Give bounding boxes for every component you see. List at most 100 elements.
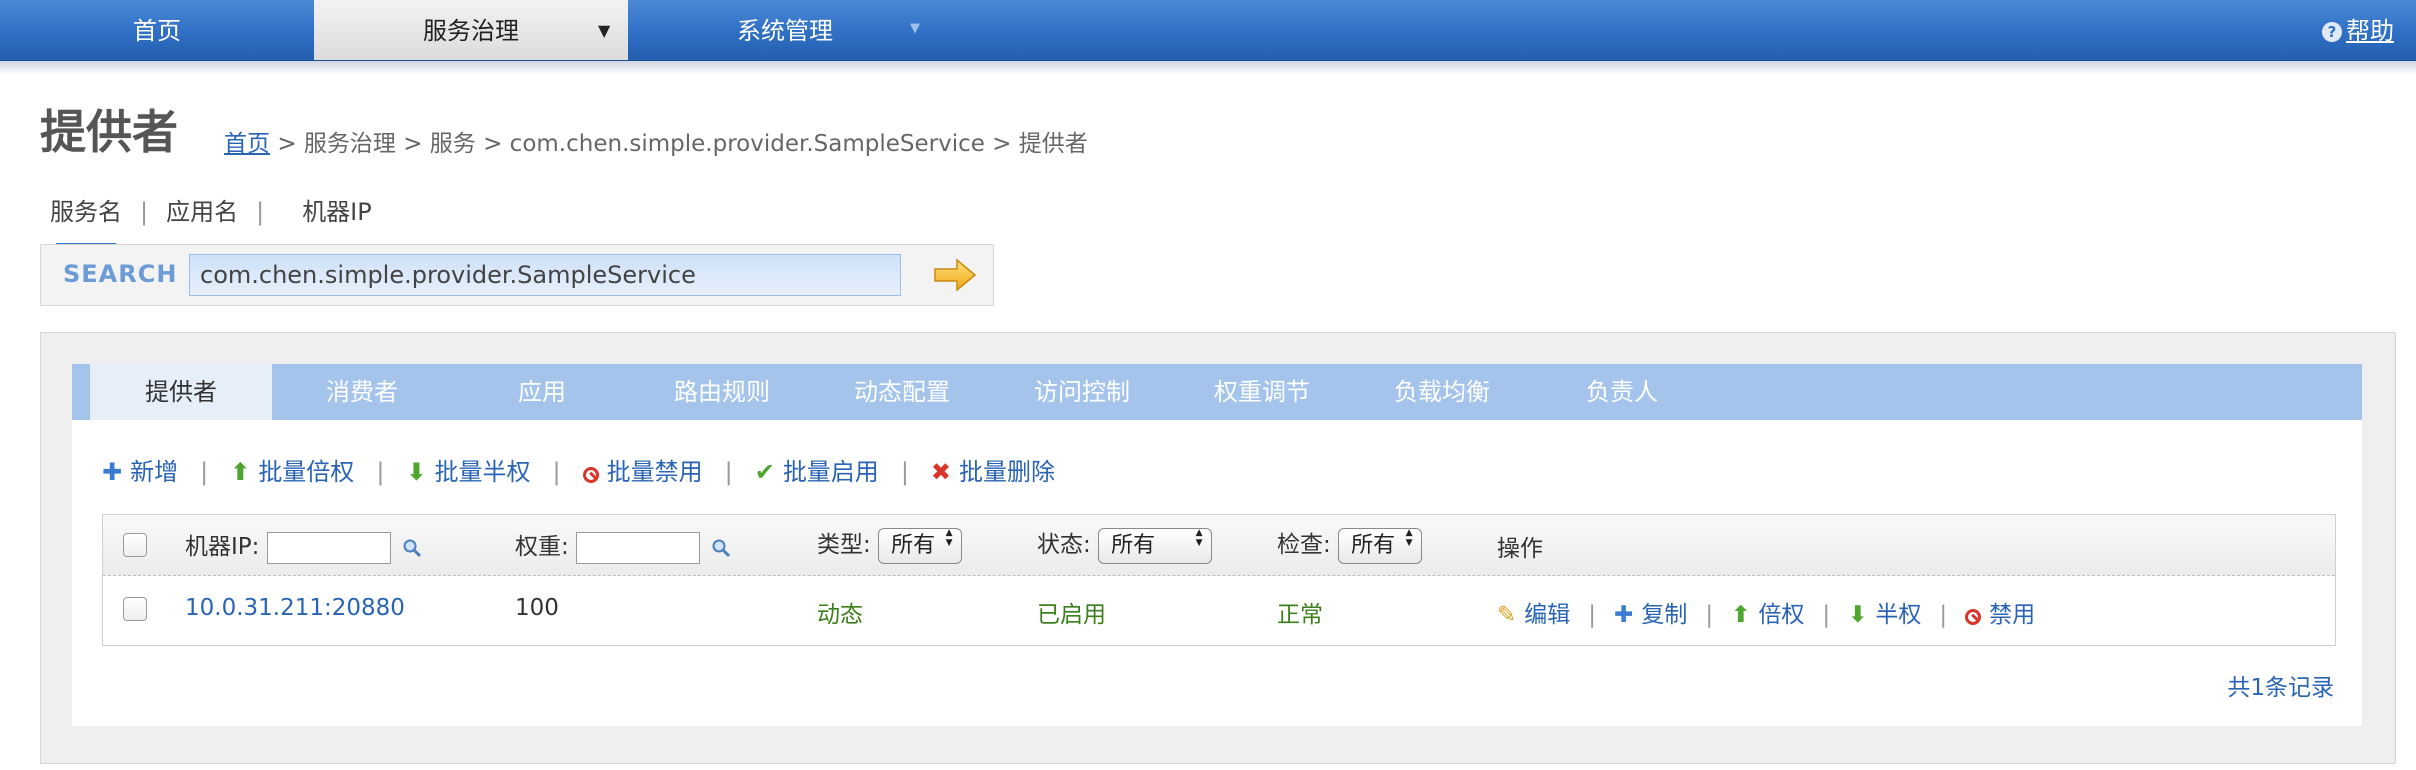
divider: | bbox=[1939, 602, 1948, 628]
tab-weight-adjust[interactable]: 权重调节 bbox=[1172, 364, 1352, 420]
toolbar: ✚ 新增 | ⬆ 批量倍权 | ⬇ 批量半权 | 批量禁用 | ✔ 批量启用 | ✖ 批量删除 bbox=[102, 452, 1055, 487]
check-select[interactable]: 所有 bbox=[1338, 527, 1423, 564]
batch-disable-button[interactable]: 批量禁用 bbox=[582, 452, 703, 487]
dropdown-arrow-icon: ▼ bbox=[598, 21, 611, 40]
divider: | bbox=[724, 458, 733, 486]
nav-system-management-label: 系统管理 bbox=[737, 17, 833, 45]
divider: | bbox=[552, 458, 561, 486]
copy-label: 复制 bbox=[1641, 602, 1688, 628]
select-all-checkbox[interactable] bbox=[123, 533, 147, 557]
double-weight-label: 倍权 bbox=[1758, 602, 1805, 628]
arrow-up-icon: ⬆ bbox=[230, 458, 251, 486]
ip-filter-input[interactable] bbox=[266, 531, 391, 564]
row-status: 已启用 bbox=[1037, 602, 1106, 628]
tab-dynamic-config[interactable]: 动态配置 bbox=[812, 364, 992, 420]
row-weight: 100 bbox=[515, 595, 559, 621]
help-link[interactable]: ? 帮助 bbox=[2322, 0, 2394, 60]
tab-owner[interactable]: 负责人 bbox=[1532, 364, 1712, 420]
batch-delete-button[interactable]: ✖ 批量删除 bbox=[931, 452, 1055, 487]
double-weight-button[interactable]: ⬆ 倍权 bbox=[1731, 602, 1804, 628]
divider: | bbox=[376, 458, 385, 486]
half-weight-button[interactable]: ⬇ 半权 bbox=[1848, 602, 1921, 628]
batch-half-weight-button[interactable]: ⬇ 批量半权 bbox=[406, 452, 530, 487]
row-type: 动态 bbox=[817, 602, 863, 628]
add-button[interactable]: ✚ 新增 bbox=[102, 452, 178, 487]
search-label: SEARCH bbox=[63, 260, 178, 288]
search-type-app-name[interactable]: 应用名 bbox=[166, 192, 238, 227]
search-type-tabs: 服务名 | 应用名 | 机器IP bbox=[50, 192, 372, 251]
check-header: 检查: bbox=[1277, 532, 1331, 558]
help-label: 帮助 bbox=[2346, 17, 2394, 45]
dropdown-arrow-icon: ▼ bbox=[910, 21, 920, 36]
nav-home[interactable]: 首页 bbox=[0, 0, 314, 60]
disable-button[interactable]: 禁用 bbox=[1965, 602, 2035, 628]
divider: | bbox=[200, 458, 209, 486]
batch-disable-label: 批量禁用 bbox=[606, 458, 703, 486]
row-checkbox[interactable] bbox=[123, 597, 147, 621]
search-bar: SEARCH bbox=[40, 244, 994, 306]
tab-consumers[interactable]: 消费者 bbox=[272, 364, 452, 420]
tab-bar: 提供者 消费者 应用 路由规则 动态配置 访问控制 权重调节 负载均衡 负责人 bbox=[72, 364, 2362, 420]
nav-system-management[interactable]: 系统管理 ▼ bbox=[628, 0, 942, 60]
page-title: 提供者 bbox=[40, 105, 178, 159]
tab-access-control[interactable]: 访问控制 bbox=[992, 364, 1172, 420]
nav-service-governance[interactable]: 服务治理 ▼ bbox=[314, 0, 628, 60]
arrow-down-icon: ⬇ bbox=[1848, 602, 1868, 628]
table-header: 机器IP: 权重: 类型: 所有 状态: 所有 检查: 所有 操作 bbox=[103, 515, 2335, 576]
search-icon[interactable] bbox=[402, 538, 422, 558]
divider: | bbox=[1705, 602, 1714, 628]
batch-delete-label: 批量删除 bbox=[959, 458, 1056, 486]
breadcrumb: 首页 > 服务治理 > 服务 > com.chen.simple.provide… bbox=[224, 124, 1088, 158]
divider: | bbox=[140, 198, 149, 226]
nav-shadow bbox=[0, 61, 2416, 75]
batch-enable-label: 批量启用 bbox=[782, 458, 879, 486]
batch-enable-button[interactable]: ✔ 批量启用 bbox=[755, 452, 879, 487]
disable-label: 禁用 bbox=[1989, 602, 2036, 628]
add-label: 新增 bbox=[130, 458, 179, 486]
status-header: 状态: bbox=[1037, 532, 1091, 558]
tab-applications[interactable]: 应用 bbox=[452, 364, 632, 420]
delete-x-icon: ✖ bbox=[930, 458, 952, 486]
arrow-down-icon: ⬇ bbox=[406, 458, 427, 486]
ban-icon bbox=[582, 467, 599, 483]
status-select[interactable]: 所有 bbox=[1098, 527, 1213, 564]
ip-filter: 机器IP: bbox=[185, 527, 422, 564]
search-input[interactable] bbox=[189, 254, 901, 296]
batch-double-weight-button[interactable]: ⬆ 批量倍权 bbox=[230, 452, 354, 487]
providers-table: 机器IP: 权重: 类型: 所有 状态: 所有 检查: 所有 操作 10.0.3… bbox=[102, 514, 2336, 646]
row-ip-link[interactable]: 10.0.31.211:20880 bbox=[185, 595, 405, 621]
ban-icon bbox=[1965, 609, 1982, 625]
plus-icon: ✚ bbox=[1614, 602, 1634, 628]
breadcrumb-home-link[interactable]: 首页 bbox=[224, 131, 270, 157]
tab-routing-rules[interactable]: 路由规则 bbox=[632, 364, 812, 420]
total-records: 共1条记录 bbox=[2227, 675, 2334, 701]
divider: | bbox=[1822, 602, 1831, 628]
weight-filter-input[interactable] bbox=[576, 531, 701, 564]
pencil-icon: ✎ bbox=[1497, 602, 1517, 628]
tab-providers[interactable]: 提供者 bbox=[72, 364, 272, 420]
ip-header: 机器IP: bbox=[185, 534, 260, 560]
row-check: 正常 bbox=[1277, 602, 1323, 628]
status-filter: 状态: 所有 bbox=[1037, 525, 1213, 564]
copy-button[interactable]: ✚ 复制 bbox=[1614, 602, 1687, 628]
tab-load-balance[interactable]: 负载均衡 bbox=[1352, 364, 1532, 420]
weight-header: 权重: bbox=[515, 534, 569, 560]
type-filter: 类型: 所有 bbox=[817, 525, 963, 564]
search-type-service-name[interactable]: 服务名 bbox=[50, 192, 122, 251]
check-icon: ✔ bbox=[754, 458, 775, 486]
batch-double-weight-label: 批量倍权 bbox=[258, 458, 355, 486]
divider: | bbox=[900, 458, 909, 486]
edit-button[interactable]: ✎ 编辑 bbox=[1497, 602, 1570, 628]
top-navigation: 首页 服务治理 ▼ 系统管理 ▼ ? 帮助 bbox=[0, 0, 2416, 61]
search-icon[interactable] bbox=[711, 538, 731, 558]
breadcrumb-path: > 服务治理 > 服务 > com.chen.simple.provider.S… bbox=[277, 131, 1088, 157]
search-type-machine-ip[interactable]: 机器IP bbox=[302, 192, 372, 227]
help-icon: ? bbox=[2322, 22, 2342, 42]
edit-label: 编辑 bbox=[1524, 602, 1571, 628]
type-select[interactable]: 所有 bbox=[878, 527, 963, 564]
weight-filter: 权重: bbox=[515, 527, 731, 564]
search-go-arrow-icon[interactable] bbox=[933, 257, 977, 293]
type-header: 类型: bbox=[817, 532, 871, 558]
ops-header: 操作 bbox=[1497, 536, 1543, 562]
batch-half-weight-label: 批量半权 bbox=[434, 458, 531, 486]
